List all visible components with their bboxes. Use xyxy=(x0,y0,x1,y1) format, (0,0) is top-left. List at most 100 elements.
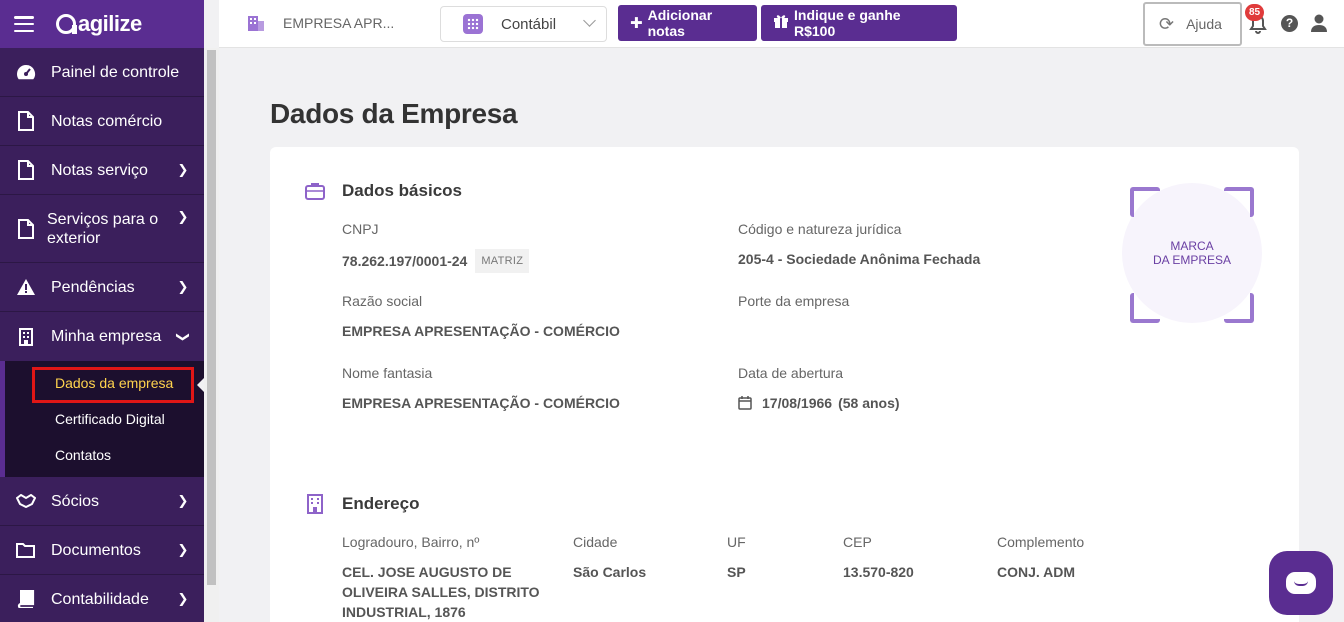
submenu-item-label: Contatos xyxy=(55,447,112,463)
logradouro-field: Logradouro, Bairro, nº CEL. JOSE AUGUSTO… xyxy=(342,534,547,622)
page-title: Dados da Empresa xyxy=(270,98,518,129)
chevron-right-icon: ❯ xyxy=(177,542,189,557)
company-logo-placeholder[interactable]: MARCA DA EMPRESA xyxy=(1122,183,1262,323)
sidebar-scrollbar[interactable] xyxy=(204,48,219,622)
building-icon xyxy=(248,16,264,31)
handshake-icon xyxy=(16,491,36,511)
logo-bar: agilize xyxy=(0,0,204,48)
warning-icon xyxy=(16,277,36,297)
nature-value: 205-4 - Sociedade Anônima Fechada xyxy=(738,251,981,267)
dashboard-icon xyxy=(16,62,36,82)
razao-value: EMPRESA APRESENTAÇÃO - COMÉRCIO xyxy=(342,323,620,339)
cnpj-value-row: 78.262.197/0001-24 MATRIZ xyxy=(342,249,530,273)
frame-corner-icon xyxy=(1130,187,1160,217)
complemento-value: CONJ. ADM xyxy=(997,564,1076,580)
sidebar-item-label: Contabilidade xyxy=(51,590,149,608)
help-button[interactable]: ⟳ Ajuda xyxy=(1143,2,1242,46)
frame-corner-icon xyxy=(1224,293,1254,323)
notification-badge: 85 xyxy=(1245,4,1264,21)
razao-label: Razão social xyxy=(342,293,423,309)
submenu-item-dados-empresa[interactable]: Dados da empresa xyxy=(5,365,204,403)
sidebar: agilize Painel de controle Notas comérci… xyxy=(0,0,204,622)
logo-text: agilize xyxy=(78,11,142,36)
agilize-logo[interactable]: agilize xyxy=(56,11,142,37)
book-icon xyxy=(16,589,36,609)
folder-icon xyxy=(16,540,36,560)
sidebar-item-documentos[interactable]: Documentos ❯ xyxy=(0,526,204,575)
chevron-right-icon: ❯ xyxy=(177,162,189,177)
sidebar-item-painel[interactable]: Painel de controle xyxy=(0,48,204,97)
cidade-field: Cidade São Carlos xyxy=(573,534,646,582)
scrollbar-thumb[interactable] xyxy=(207,50,216,585)
document-icon xyxy=(16,111,36,131)
porte-label: Porte da empresa xyxy=(738,293,850,309)
briefcase-icon xyxy=(304,180,326,202)
abertura-label: Data de abertura xyxy=(738,365,844,381)
abertura-value-row: 17/08/1966 (58 anos) xyxy=(738,393,900,413)
uf-field: UF SP xyxy=(727,534,746,582)
marca-line-2: DA EMPRESA xyxy=(1152,253,1232,267)
fantasia-label: Nome fantasia xyxy=(342,365,433,381)
sidebar-item-label: Documentos xyxy=(51,541,141,559)
frame-corner-icon xyxy=(1130,293,1160,323)
cep-label: CEP xyxy=(843,534,872,550)
abertura-age: (58 anos) xyxy=(838,395,900,411)
sidebar-item-contabilidade[interactable]: Contabilidade ❯ xyxy=(0,575,204,622)
document-icon xyxy=(16,160,36,180)
fantasia-value: EMPRESA APRESENTAÇÃO - COMÉRCIO xyxy=(342,395,620,411)
nature-label: Código e natureza jurídica xyxy=(738,221,902,237)
top-bar: EMPRESA APR... Contábil ✚ Adicionar nota… xyxy=(219,0,1344,48)
abertura-field: Data de abertura 17/08/1966 (58 anos) xyxy=(738,365,900,413)
hamburger-menu-icon[interactable] xyxy=(14,16,34,32)
sidebar-item-label: Serviços para o exterior xyxy=(47,210,159,247)
highlight-box xyxy=(32,367,194,403)
plus-icon: ✚ xyxy=(630,15,643,32)
chevron-right-icon: ❯ xyxy=(177,279,189,294)
razao-field: Razão social EMPRESA APRESENTAÇÃO - COMÉ… xyxy=(342,293,620,341)
submenu-item-contatos[interactable]: Contatos xyxy=(5,437,204,473)
chat-icon xyxy=(1286,572,1316,594)
cep-value: 13.570-820 xyxy=(843,564,914,580)
gift-icon xyxy=(773,13,789,33)
add-notes-button[interactable]: ✚ Adicionar notas xyxy=(618,5,757,41)
submenu-item-label: Certificado Digital xyxy=(55,411,165,427)
calculator-icon xyxy=(463,14,483,34)
chat-button[interactable] xyxy=(1269,551,1333,615)
basic-data-heading-text: Dados básicos xyxy=(342,181,462,200)
porte-field: Porte da empresa xyxy=(738,293,849,321)
submenu-item-certificado[interactable]: Certificado Digital xyxy=(5,401,204,437)
cidade-value: São Carlos xyxy=(573,564,647,580)
sidebar-item-servicos-exterior[interactable]: Serviços para o exterior ❯ xyxy=(0,195,204,263)
sidebar-item-notas-servico[interactable]: Notas serviço ❯ xyxy=(0,146,204,195)
marca-text: MARCA DA EMPRESA xyxy=(1153,239,1231,267)
cnpj-field: CNPJ 78.262.197/0001-24 MATRIZ xyxy=(342,221,530,273)
sidebar-item-socios[interactable]: Sócios ❯ xyxy=(0,477,204,526)
address-heading: Endereço xyxy=(304,493,419,515)
logradouro-value: CEL. JOSE AUGUSTO DE OLIVEIRA SALLES, DI… xyxy=(342,564,540,620)
submenu-minha-empresa: Dados da empresa Certificado Digital Con… xyxy=(0,361,204,477)
sidebar-item-minha-empresa[interactable]: Minha empresa ❯ xyxy=(0,312,204,361)
sidebar-item-pendencias[interactable]: Pendências ❯ xyxy=(0,263,204,312)
chevron-right-icon: ❯ xyxy=(177,591,189,606)
sidebar-item-label: Minha empresa xyxy=(51,328,162,345)
question-icon[interactable]: ? xyxy=(1281,15,1298,32)
help-label: Ajuda xyxy=(1186,16,1222,32)
add-notes-label: Adicionar notas xyxy=(647,7,713,39)
chevron-down-icon xyxy=(583,14,596,27)
user-icon[interactable] xyxy=(1311,14,1329,33)
calendar-icon xyxy=(738,396,752,410)
cep-field: CEP 13.570-820 xyxy=(843,534,914,582)
building-icon xyxy=(16,327,36,347)
sidebar-item-notas-comercio[interactable]: Notas comércio xyxy=(0,97,204,146)
chevron-right-icon: ❯ xyxy=(177,493,189,508)
chevron-down-icon: ❯ xyxy=(176,331,191,342)
abertura-date: 17/08/1966 xyxy=(762,395,833,411)
refer-button[interactable]: Indique e ganhe R$100 xyxy=(761,5,957,41)
sidebar-item-label: Notas comércio xyxy=(51,112,163,130)
logradouro-label: Logradouro, Bairro, nº xyxy=(342,534,480,550)
sidebar-item-label: Notas serviço xyxy=(51,161,148,179)
uf-value: SP xyxy=(727,564,746,580)
company-selector[interactable]: EMPRESA APR... xyxy=(247,14,394,32)
module-select[interactable]: Contábil xyxy=(440,6,607,42)
cnpj-value: 78.262.197/0001-24 xyxy=(342,253,468,269)
